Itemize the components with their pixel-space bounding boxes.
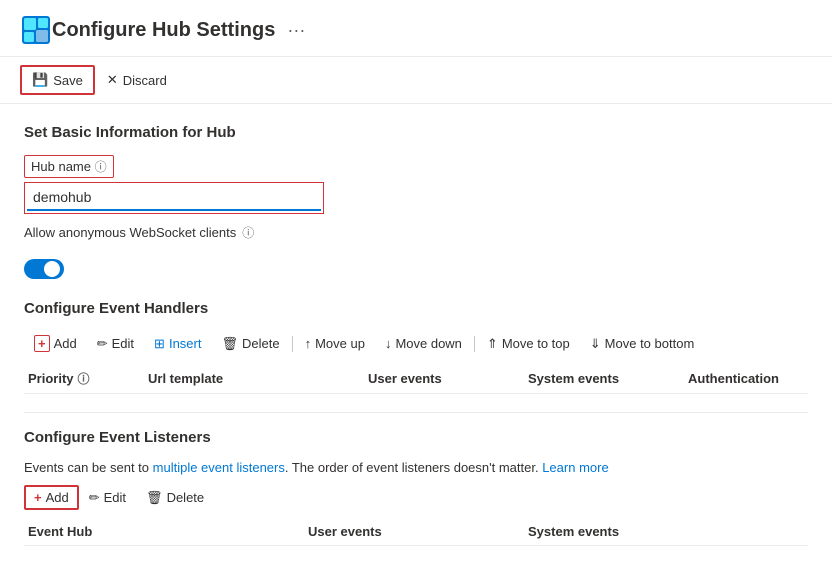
priority-label: Priority: [28, 371, 74, 386]
event-listeners-table-header: Event Hub User events System events: [24, 518, 808, 546]
hub-name-input-wrapper: [24, 182, 324, 214]
edit-event-listener-button[interactable]: ✏ Edit: [79, 486, 136, 510]
save-label: Save: [53, 73, 83, 88]
event-handlers-toolbar: + Add ✏ Edit ⊞ Insert 🗑 Delete ↑ Move up…: [24, 331, 808, 356]
delete-label: Delete: [242, 336, 280, 351]
col-user-events: User events: [364, 370, 524, 387]
event-hub-label: Event Hub: [28, 524, 92, 539]
event-listeners-toolbar: + Add ✏ Edit 🗑 Delete: [24, 485, 808, 510]
move-up-label: Move up: [315, 336, 365, 351]
col-event-hub: Event Hub: [24, 524, 304, 539]
event-handlers-table-header: Priority ⓘ Url template User events Syst…: [24, 364, 808, 394]
listener-system-events-label: System events: [528, 524, 619, 539]
edit-event-handler-button[interactable]: ✏ Edit: [87, 332, 144, 356]
save-icon: 💾: [32, 72, 48, 88]
discard-label: Discard: [123, 73, 167, 88]
col-listener-system-events: System events: [524, 524, 724, 539]
desc-prefix: Events can be sent to: [24, 460, 153, 475]
cmd-separator-2: [474, 336, 475, 352]
add-listener-label: Add: [46, 490, 69, 505]
col-system-events: System events: [524, 370, 684, 387]
hub-name-label-text: Hub name: [31, 159, 91, 174]
move-to-bottom-label: Move to bottom: [605, 336, 695, 351]
add-event-listener-button[interactable]: + Add: [24, 485, 79, 510]
move-to-top-icon: ⇑: [487, 336, 498, 352]
save-button[interactable]: 💾 Save: [20, 65, 95, 95]
add-listener-icon: +: [34, 490, 42, 505]
page-title: Configure Hub Settings: [52, 19, 275, 42]
event-handlers-title: Configure Event Handlers: [24, 300, 808, 317]
col-listener-user-events: User events: [304, 524, 524, 539]
move-down-icon: ↓: [385, 336, 392, 351]
move-up-button[interactable]: ↑ Move up: [295, 332, 375, 355]
move-down-label: Move down: [395, 336, 461, 351]
edit-label: Edit: [112, 336, 134, 351]
event-listeners-title: Configure Event Listeners: [24, 429, 808, 446]
hub-name-label: Hub name ⓘ: [24, 155, 114, 178]
delete-listener-icon: 🗑: [146, 490, 163, 506]
priority-info-icon[interactable]: ⓘ: [78, 370, 90, 387]
hub-name-input[interactable]: [27, 185, 321, 211]
hub-name-info-icon[interactable]: ⓘ: [95, 160, 107, 174]
edit-icon: ✏: [97, 336, 108, 352]
anon-info-icon[interactable]: ⓘ: [242, 224, 254, 241]
multiple-listeners-link[interactable]: multiple event listeners: [153, 460, 285, 475]
main-content: Set Basic Information for Hub Hub name ⓘ…: [0, 104, 832, 566]
anon-toggle[interactable]: [24, 259, 64, 279]
delete-listener-label: Delete: [167, 490, 205, 505]
system-events-label: System events: [528, 371, 619, 386]
move-down-button[interactable]: ↓ Move down: [375, 332, 472, 355]
move-to-bottom-icon: ⇓: [590, 336, 601, 352]
hub-name-group: Hub name ⓘ: [24, 155, 808, 214]
delete-event-listener-button[interactable]: 🗑 Delete: [136, 486, 214, 510]
delete-event-handler-button[interactable]: 🗑 Delete: [211, 332, 289, 356]
cmd-separator-1: [292, 336, 293, 352]
event-listeners-description: Events can be sent to multiple event lis…: [24, 460, 808, 475]
event-handlers-section: Configure Event Handlers + Add ✏ Edit ⊞ …: [24, 300, 808, 394]
more-options-button[interactable]: ···: [287, 20, 305, 41]
discard-icon: ✕: [107, 72, 118, 88]
basic-info-title: Set Basic Information for Hub: [24, 124, 808, 141]
edit-listener-label: Edit: [104, 490, 126, 505]
move-to-top-button[interactable]: ⇑ Move to top: [477, 332, 580, 356]
edit-listener-icon: ✏: [89, 490, 100, 506]
desc-mid: . The order of event listeners doesn't m…: [285, 460, 542, 475]
azure-signalr-icon: [20, 14, 52, 46]
col-priority: Priority ⓘ: [24, 370, 144, 387]
insert-event-handler-button[interactable]: ⊞ Insert: [144, 332, 211, 356]
add-icon: +: [34, 335, 50, 352]
toolbar: 💾 Save ✕ Discard: [0, 57, 832, 104]
col-authentication: Authentication: [684, 370, 824, 387]
authentication-label: Authentication: [688, 371, 779, 386]
event-listeners-section: Configure Event Listeners Events can be …: [24, 429, 808, 546]
add-label: Add: [54, 336, 77, 351]
page-header: Configure Hub Settings ···: [0, 0, 832, 57]
user-events-label: User events: [368, 371, 442, 386]
move-to-bottom-button[interactable]: ⇓ Move to bottom: [580, 332, 705, 356]
col-url-template: Url template: [144, 370, 364, 387]
section-divider: [24, 412, 808, 413]
anon-label: Allow anonymous WebSocket clients: [24, 225, 236, 240]
add-event-handler-button[interactable]: + Add: [24, 331, 87, 356]
move-up-icon: ↑: [305, 336, 312, 351]
learn-more-link[interactable]: Learn more: [542, 460, 608, 475]
insert-icon: ⊞: [154, 336, 165, 352]
discard-button[interactable]: ✕ Discard: [97, 67, 177, 93]
listener-user-events-label: User events: [308, 524, 382, 539]
anonymous-websocket-row: Allow anonymous WebSocket clients ⓘ: [24, 224, 808, 241]
insert-label: Insert: [169, 336, 202, 351]
delete-icon: 🗑: [221, 336, 238, 352]
url-template-label: Url template: [148, 371, 223, 386]
hub-name-label-row: Hub name ⓘ: [24, 155, 808, 178]
move-to-top-label: Move to top: [502, 336, 570, 351]
